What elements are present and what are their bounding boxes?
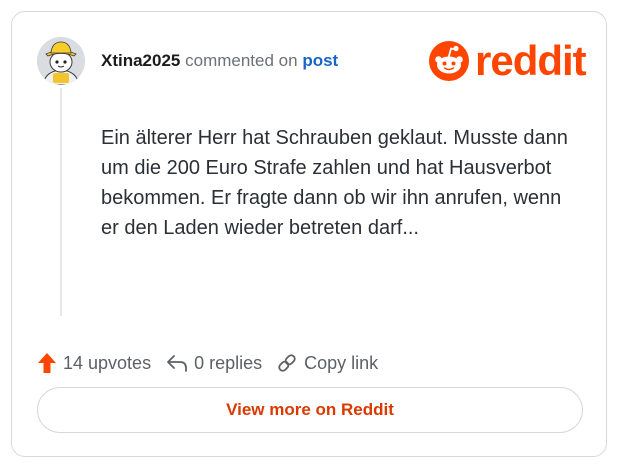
post-link[interactable]: post [302, 51, 338, 70]
view-more-label: View more on Reddit [226, 400, 394, 419]
copy-link-label: Copy link [304, 352, 379, 373]
user-avatar[interactable] [37, 37, 85, 85]
comment-header: Xtina2025 commented on post [101, 50, 338, 72]
thread-line [60, 88, 62, 316]
commented-on-text: commented on [185, 51, 298, 70]
replies-button[interactable]: 0 replies [166, 353, 262, 374]
reddit-wordmark: reddit [475, 37, 587, 84]
replies-count: 0 replies [194, 352, 263, 373]
action-bar: 14 upvotes 0 replies Copy link [37, 350, 378, 376]
reddit-embed-card: Xtina2025 commented on post reddit Ein ä… [11, 11, 607, 457]
username-link[interactable]: Xtina2025 [101, 51, 180, 70]
upvotes-count: 14 upvotes [63, 352, 152, 373]
link-icon [278, 354, 296, 372]
copy-link-button[interactable]: Copy link [276, 352, 378, 374]
upvote-button[interactable]: 14 upvotes [37, 352, 151, 374]
snoo-avatar-icon [37, 37, 85, 85]
reddit-logo[interactable]: reddit [429, 37, 587, 84]
reply-icon [167, 355, 187, 372]
view-more-button[interactable]: View more on Reddit [37, 387, 583, 433]
upvote-arrow-icon [38, 353, 56, 373]
comment-body: Ein älterer Herr hat Schrauben geklaut. … [101, 127, 568, 239]
reddit-snoo-icon [429, 41, 469, 81]
